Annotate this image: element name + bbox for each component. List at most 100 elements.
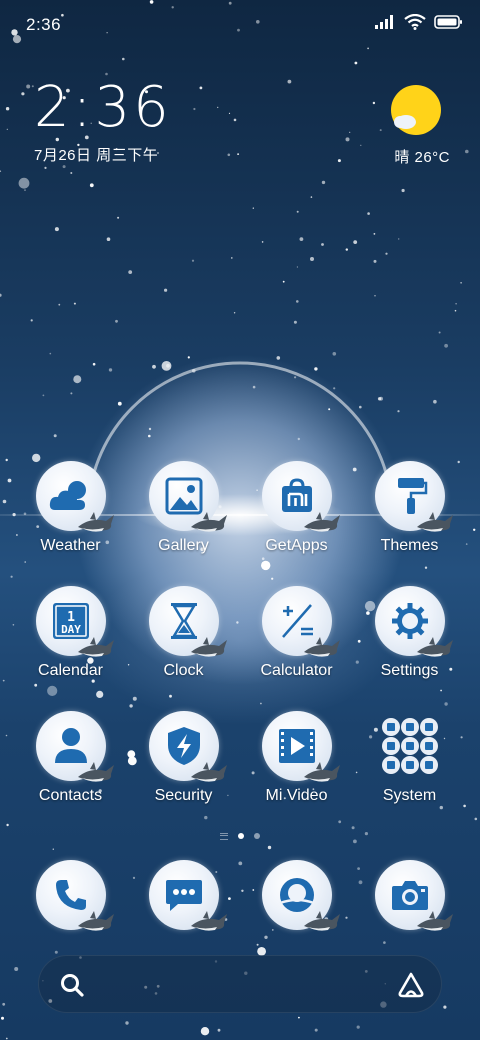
page-list-icon [220,832,228,840]
star [122,57,125,61]
star [345,248,348,251]
star [398,238,400,240]
dock-browser[interactable] [240,858,353,938]
star [444,343,448,348]
star [454,309,457,312]
app-label: GetApps [265,537,328,554]
star [438,331,441,334]
star [433,399,437,404]
app-weather[interactable]: Weather [14,459,127,584]
star [0,170,2,172]
star [54,227,59,232]
app-calculator[interactable]: Calculator [240,584,353,709]
star [2,1002,6,1006]
dock [14,858,466,938]
star [256,943,259,946]
star [321,243,324,246]
app-gallery[interactable]: Gallery [127,459,240,584]
star [287,79,292,84]
star [73,302,76,305]
battery-icon [434,15,462,29]
shark-decoration-icon [304,512,340,532]
app-mi-video[interactable]: Mi Video [240,709,353,834]
star [200,1027,210,1036]
app-grid: Weather Gallery GetApps Themes 1 DAY Cal… [14,459,466,834]
dock-camera[interactable] [353,858,466,938]
app-system-folder[interactable]: System [353,709,466,834]
star [354,61,358,65]
star [443,1005,447,1009]
app-security[interactable]: Security [127,709,240,834]
star [2,679,5,682]
star [296,300,299,303]
star [106,237,111,241]
app-label: Calendar [38,662,103,679]
search-bar[interactable] [38,955,442,1013]
star [337,159,341,163]
star [53,434,57,438]
dock-messages[interactable] [127,858,240,938]
star [298,1016,300,1019]
star [6,128,8,130]
star [297,437,300,441]
shark-decoration-icon [304,911,340,931]
signal-icon [375,15,393,29]
shark-decoration-icon [191,512,227,532]
star [125,1021,129,1025]
app-label: Clock [163,662,204,679]
star [148,434,151,438]
star [73,375,82,384]
star [164,288,168,292]
star [314,367,318,371]
app-label: System [382,787,437,804]
dock-phone[interactable] [14,858,127,938]
search-icon[interactable] [59,972,85,998]
app-clock[interactable]: Clock [127,584,240,709]
star [54,950,58,954]
app-settings[interactable]: Settings [353,584,466,709]
star [296,266,298,268]
star [6,823,9,827]
star [18,177,30,189]
app-themes[interactable]: Themes [353,459,466,584]
star [26,84,31,89]
clock-widget[interactable]: 2:36 7月26日 周三下午 [34,76,254,176]
star [10,575,13,578]
star [473,528,476,531]
weather-widget[interactable]: 晴 26°C [350,84,450,174]
app-calendar[interactable]: 1 DAY Calendar [14,584,127,709]
star [345,137,350,142]
app-label: Calculator [260,662,333,679]
star [474,817,478,821]
star [321,180,326,185]
star [52,848,54,850]
shark-decoration-icon [304,637,340,657]
star [128,270,133,274]
calendar-icon-word: DAY [61,623,81,636]
star [276,356,281,360]
page-indicator[interactable] [200,830,280,842]
shark-decoration-icon [191,762,227,782]
star [252,385,256,389]
star [374,295,376,297]
star [70,392,73,395]
app-getapps[interactable]: GetApps [240,459,353,584]
star [465,543,468,545]
star [383,941,386,944]
app-contacts[interactable]: Contacts [14,709,127,834]
folder-icon [382,718,438,774]
star [233,312,236,314]
star [42,394,45,397]
star [58,303,61,306]
star [117,401,122,406]
star [5,107,10,111]
star [310,257,314,261]
shark-decoration-icon [417,637,453,657]
assistant-icon[interactable] [397,971,425,999]
star [24,189,26,191]
app-label: Settings [380,662,439,679]
star [373,233,376,235]
app-row: 1 DAY Calendar Clock Calculator Settings [14,584,466,709]
star [294,376,297,379]
star [14,967,19,971]
